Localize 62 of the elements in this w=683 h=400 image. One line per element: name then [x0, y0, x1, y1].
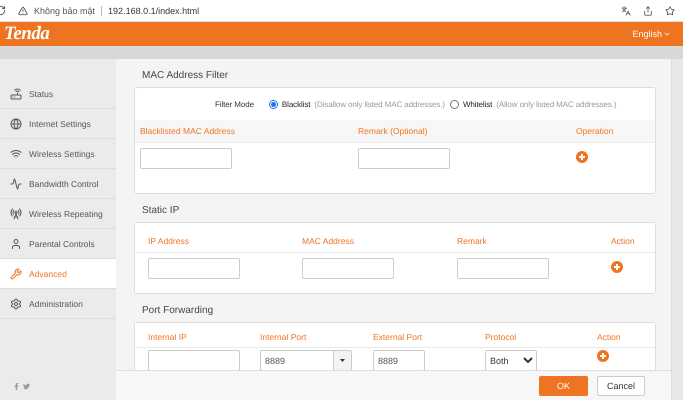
security-label[interactable]: Không bảo mật: [34, 6, 102, 16]
column-header: Operation: [576, 126, 614, 136]
column-header: IP Address: [148, 236, 190, 246]
input-field[interactable]: [148, 350, 240, 370]
section-title: Port Forwarding: [141, 304, 214, 318]
radio-label[interactable]: Whitelist: [462, 100, 492, 108]
globe-icon: [10, 118, 22, 130]
person-icon: [10, 238, 22, 250]
protocol-select[interactable]: Both: [485, 350, 537, 370]
sidebar-item[interactable]: Wireless Repeating: [0, 199, 116, 229]
input-field[interactable]: [358, 148, 450, 168]
caret-icon: [663, 30, 671, 38]
input-field[interactable]: [302, 258, 394, 278]
router-icon: [10, 88, 22, 100]
dropdown-button[interactable]: [333, 350, 352, 370]
gear-icon: [10, 298, 22, 310]
option-hint: (Disallow only listed MAC addresses.): [314, 100, 445, 108]
section-title: Static IP: [141, 204, 180, 218]
field-label: Filter Mode: [215, 100, 254, 108]
column-header: Remark: [457, 236, 488, 246]
input-field[interactable]: [457, 258, 549, 278]
column-header: Blacklisted MAC Address: [140, 126, 236, 136]
section-title: MAC Address Filter: [141, 69, 230, 83]
input-field[interactable]: [148, 258, 240, 278]
address-bar[interactable]: 192.168.0.1/index.html: [108, 6, 615, 16]
input-field[interactable]: 8889: [260, 350, 333, 370]
column-header: Action: [611, 236, 636, 246]
column-header: Remark (Optional): [358, 126, 428, 136]
antenna-icon: [10, 208, 22, 220]
facebook-icon[interactable]: [13, 383, 20, 390]
star-icon[interactable]: [665, 6, 675, 16]
sidebar-item[interactable]: Bandwidth Control: [0, 169, 116, 199]
radio-button[interactable]: [268, 100, 278, 108]
column-header: Internal IP: [148, 332, 188, 342]
input-field[interactable]: 8889: [373, 350, 425, 370]
caret-icon: [340, 359, 345, 362]
logo: Tenda: [4, 23, 50, 45]
sidebar-item[interactable]: Internet Settings: [0, 109, 116, 139]
column-header: Protocol: [485, 332, 518, 342]
twitter-icon[interactable]: [23, 383, 30, 390]
sidebar-item[interactable]: Status: [0, 79, 116, 109]
radio-label[interactable]: Blacklist: [282, 100, 310, 108]
add-button[interactable]: [611, 261, 623, 273]
radio-button[interactable]: [450, 100, 459, 108]
add-button[interactable]: [576, 151, 588, 163]
add-button[interactable]: [597, 350, 609, 362]
cancel-button[interactable]: Cancel: [596, 376, 645, 396]
option-hint: (Allow only listed MAC addresses.): [496, 100, 616, 108]
sidebar-item[interactable]: Administration: [0, 289, 116, 319]
sidebar-item[interactable]: Wireless Settings: [0, 139, 116, 169]
tools-icon: [10, 268, 22, 280]
scroll-bar[interactable]: [671, 59, 683, 400]
warning-icon: [18, 6, 28, 16]
zigzag-icon: [10, 178, 22, 190]
translate-icon[interactable]: [621, 6, 631, 16]
column-header: Action: [597, 332, 622, 342]
input-field[interactable]: [140, 148, 232, 168]
column-header: Internal Port: [260, 332, 308, 342]
column-header: MAC Address: [302, 236, 355, 246]
wifi-icon: [10, 148, 22, 160]
column-header: External Port: [373, 332, 424, 342]
share-icon[interactable]: [643, 6, 653, 16]
